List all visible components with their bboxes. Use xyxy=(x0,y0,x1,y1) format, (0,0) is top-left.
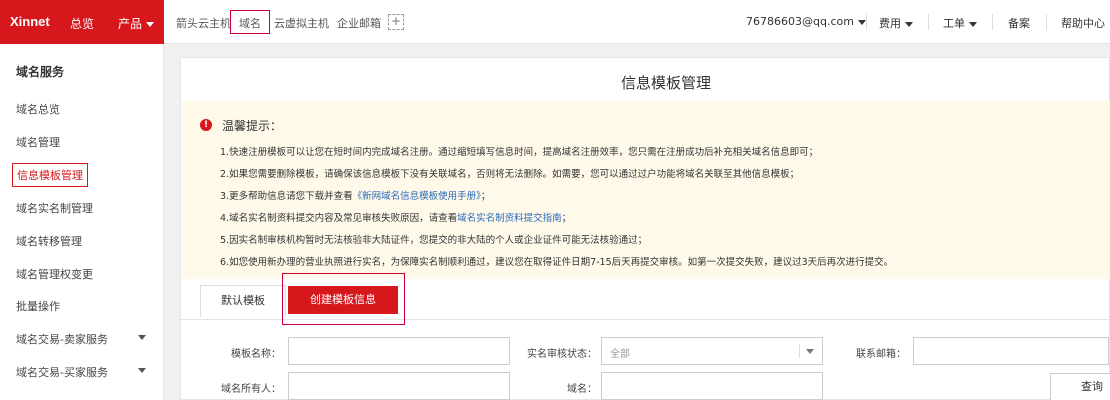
sidebar-item-seller-service[interactable]: 域名交易-卖家服务 xyxy=(16,331,108,347)
chevron-down-icon xyxy=(146,22,155,27)
notice-tip: 1.快速注册模板可以让您在短时间内完成域名注册。通过缩短填写信息时间，提高域名注… xyxy=(220,144,818,158)
manual-download-link[interactable]: 《新网域名信息模板使用手册》 xyxy=(353,191,481,202)
notice-title: 温馨提示： xyxy=(222,119,283,133)
sidebar-item-domain-management[interactable]: 域名管理 xyxy=(16,134,60,150)
notice-tip: 5.因实名制审核机构暂时无法核验非大陆证件，您提交的非大陆的个人或企业证件可能无… xyxy=(220,232,647,246)
warning-icon: ! xyxy=(200,119,212,131)
chevron-down-icon xyxy=(969,21,977,27)
tip-text: 3.更多帮助信息请您下载并查看 xyxy=(220,191,353,202)
notice-tip: 3.更多帮助信息请您下载并查看《新网域名信息模板使用手册》； xyxy=(220,188,490,202)
tip-text: 6.如您使用新办理的营业执照进行实名，为保障实名制顺利通过，建议您在取得证件日期… xyxy=(220,257,894,268)
divider xyxy=(928,14,929,30)
email-label: 联系邮箱： xyxy=(856,349,906,360)
owner-input[interactable] xyxy=(288,372,510,400)
record-link[interactable]: 备案 xyxy=(1008,15,1030,31)
brand-area: Xinnet 总览 产品 xyxy=(0,0,164,44)
verify-status-select[interactable]: 全部 xyxy=(601,337,823,365)
chevron-down-icon[interactable] xyxy=(138,335,146,340)
tip-text: 1.快速注册模板可以让您在短时间内完成域名注册。通过缩短填写信息时间，提高域名注… xyxy=(220,147,819,158)
fee-label: 费用 xyxy=(879,17,901,30)
add-shortcut-icon[interactable]: + xyxy=(388,14,404,30)
subnav-cloud-host[interactable]: 箭头云主机 xyxy=(176,15,231,31)
sidebar: 域名服务 域名总览 域名管理 信息模板管理 域名实名制管理 域名转移管理 域名管… xyxy=(0,44,164,400)
owner-label: 域名所有人： xyxy=(221,384,281,395)
query-button[interactable]: 查询 xyxy=(1050,373,1110,400)
divider xyxy=(992,14,993,30)
sidebar-item-ownership-change[interactable]: 域名管理权变更 xyxy=(16,266,93,282)
chevron-down-icon[interactable] xyxy=(138,368,146,373)
divider xyxy=(1046,14,1047,30)
sidebar-item-domain-overview[interactable]: 域名总览 xyxy=(16,101,60,117)
email-input[interactable] xyxy=(913,337,1109,365)
sidebar-item-batch-operation[interactable]: 批量操作 xyxy=(16,298,60,314)
divider xyxy=(866,14,867,30)
verify-status-label: 实名审核状态： xyxy=(527,349,597,360)
create-template-button[interactable]: 创建模板信息 xyxy=(288,286,398,314)
tip-text: 2.如果您需要删除模板，请确保该信息模板下没有关联域名，否则将无法删除。如需要，… xyxy=(220,169,800,180)
template-name-input[interactable] xyxy=(288,337,510,365)
nav-products-label: 产品 xyxy=(118,17,143,31)
user-email: 76786603@qq.com xyxy=(746,15,854,28)
tip-text-tail: ； xyxy=(561,213,572,224)
page-title: 信息模板管理 xyxy=(620,74,711,92)
tip-text: 4.域名实名制资料提交内容及常见审核失败原因，请查看 xyxy=(220,213,458,224)
sidebar-item-template-management[interactable]: 信息模板管理 xyxy=(12,163,88,187)
notice-tip: 2.如果您需要删除模板，请确保该信息模板下没有关联域名，否则将无法删除。如需要，… xyxy=(220,166,799,180)
user-account-menu[interactable]: 76786603@qq.com xyxy=(746,15,866,28)
sidebar-item-transfer-management[interactable]: 域名转移管理 xyxy=(16,233,82,249)
tip-text: 5.因实名制审核机构暂时无法核验非大陆证件，您提交的非大陆的个人或企业证件可能无… xyxy=(220,235,648,246)
ticket-label: 工单 xyxy=(943,17,965,30)
subnav-domain[interactable]: 域名 xyxy=(230,10,270,34)
fee-menu[interactable]: 费用 xyxy=(879,15,913,31)
tip-text-tail: ； xyxy=(480,191,491,202)
ticket-menu[interactable]: 工单 xyxy=(943,15,977,31)
sidebar-title: 域名服务 xyxy=(16,65,65,79)
template-name-label: 模板名称： xyxy=(231,349,281,360)
notice-box: ! 温馨提示： 1.快速注册模板可以让您在短时间内完成域名注册。通过缩短填写信息… xyxy=(182,101,1110,279)
sidebar-item-buyer-service[interactable]: 域名交易-买家服务 xyxy=(16,364,108,380)
domain-input[interactable] xyxy=(601,372,823,400)
chevron-down-icon xyxy=(806,349,814,354)
subnav-enterprise-mail[interactable]: 企业邮箱 xyxy=(337,15,381,31)
notice-tip: 4.域名实名制资料提交内容及常见审核失败原因，请查看域名实名制资料提交指南； xyxy=(220,210,571,224)
nav-overview[interactable]: 总览 xyxy=(70,15,94,32)
help-center-link[interactable]: 帮助中心 xyxy=(1061,15,1105,31)
domain-label: 域名： xyxy=(567,384,597,395)
nav-products-menu[interactable]: 产品 xyxy=(118,15,155,32)
subnav-virtual-host[interactable]: 云虚拟主机 xyxy=(274,15,329,31)
notice-tip: 6.如您使用新办理的营业执照进行实名，为保障实名制顺利通过，建议您在取得证件日期… xyxy=(220,254,893,268)
tab-default-template[interactable]: 默认模板 xyxy=(200,285,286,317)
realname-guide-link[interactable]: 域名实名制资料提交指南 xyxy=(457,213,562,224)
top-bar: Xinnet 总览 产品 箭头云主机 域名 云虚拟主机 企业邮箱 + 76786… xyxy=(0,0,1110,44)
select-divider xyxy=(799,344,800,358)
chevron-down-icon xyxy=(905,21,913,27)
sidebar-item-realname-management[interactable]: 域名实名制管理 xyxy=(16,200,93,216)
xinnet-logo[interactable]: Xinnet xyxy=(10,14,50,29)
verify-status-value: 全部 xyxy=(610,349,630,360)
main-panel: 信息模板管理 ! 温馨提示： 1.快速注册模板可以让您在短时间内完成域名注册。通… xyxy=(180,57,1110,400)
chevron-down-icon xyxy=(857,19,866,25)
